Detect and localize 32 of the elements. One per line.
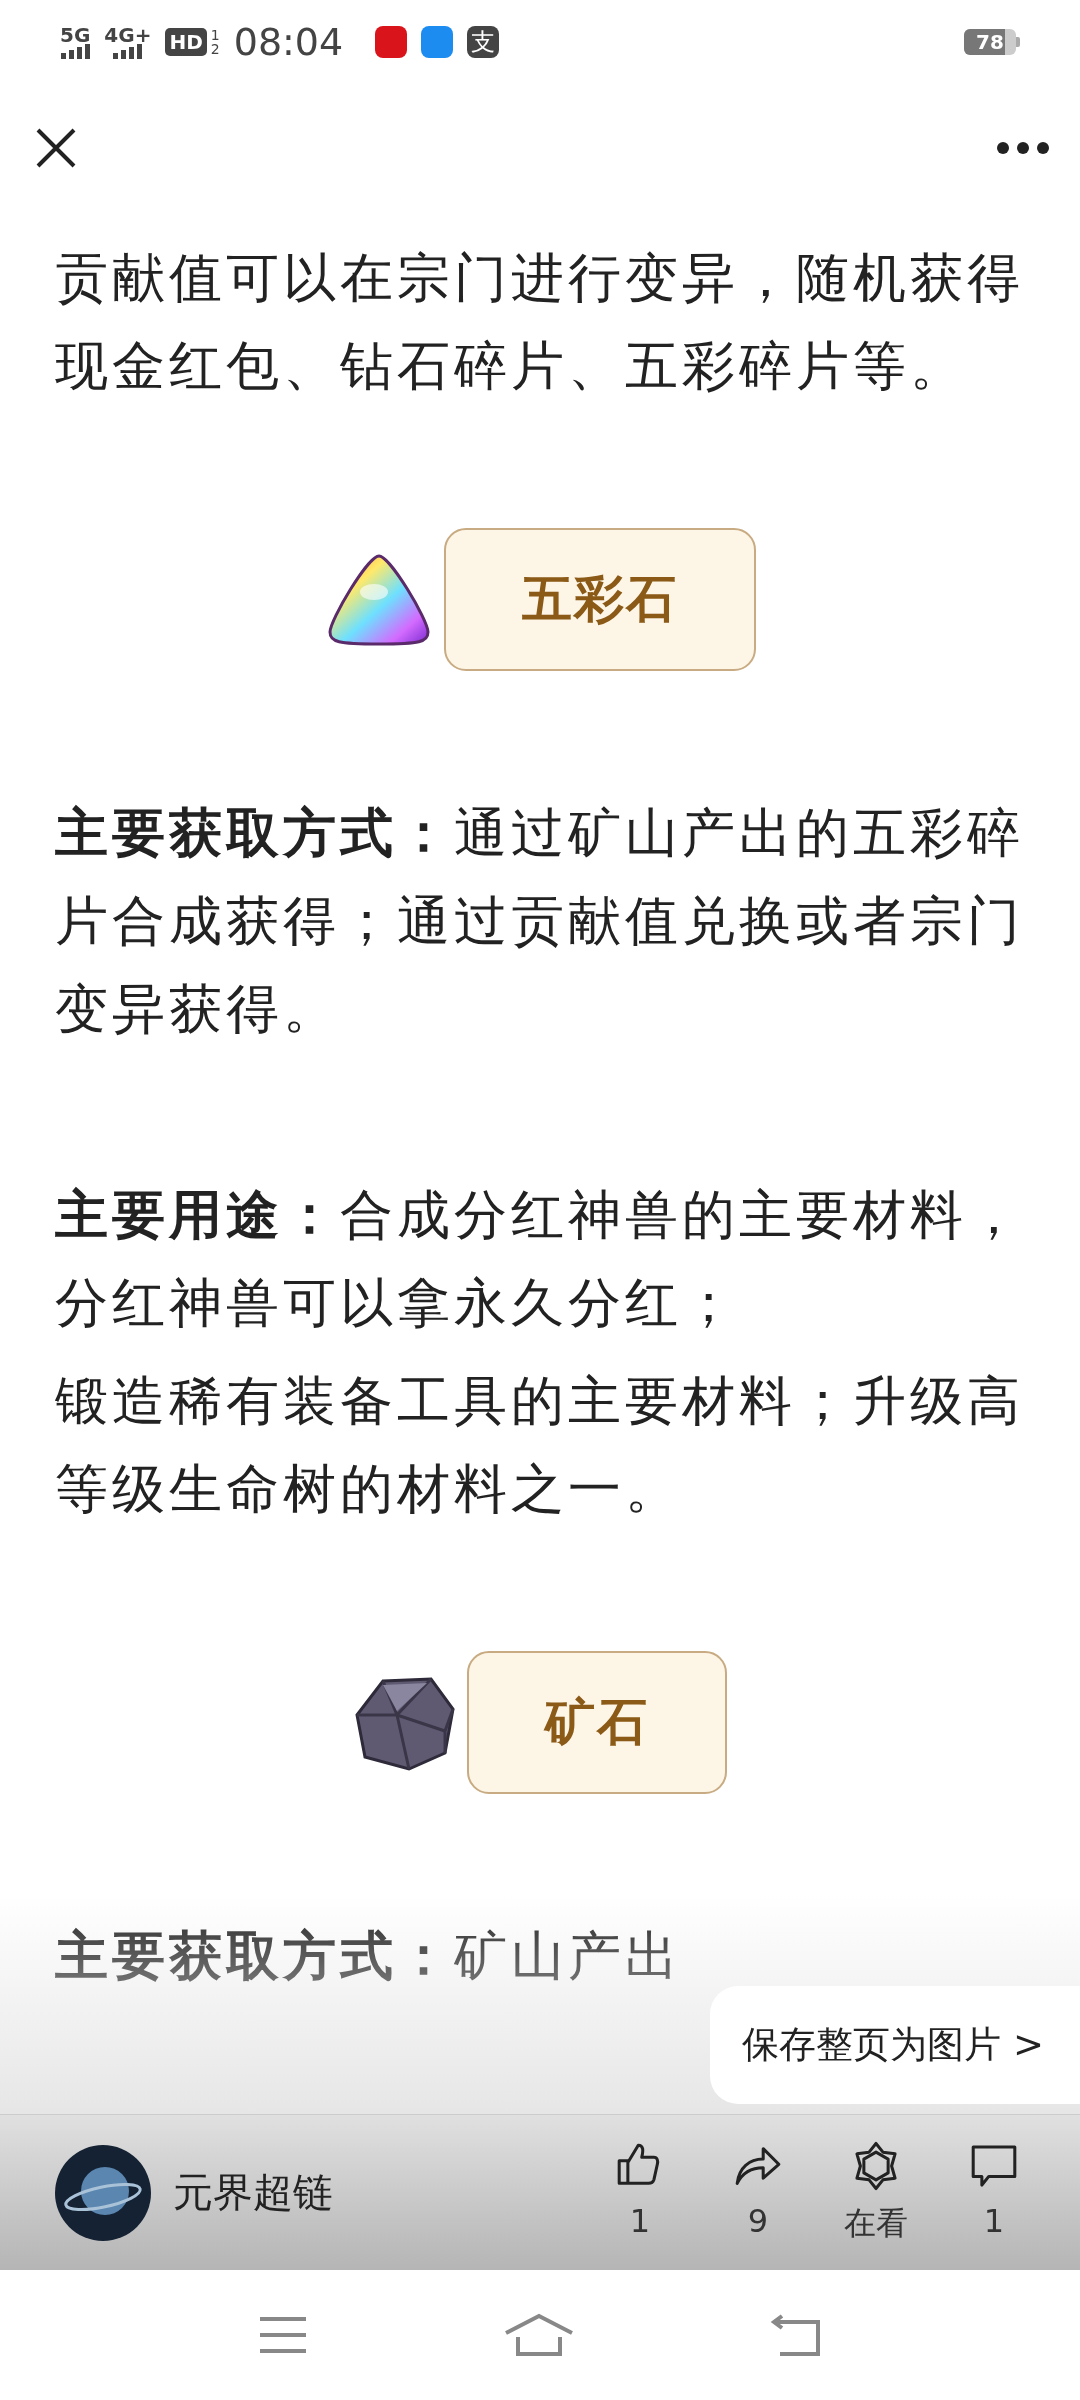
save-page-button[interactable]: 保存整页为图片 > xyxy=(710,1986,1080,2104)
sim-number: 2 xyxy=(210,42,220,56)
menu-icon[interactable] xyxy=(258,2315,308,2355)
author-name[interactable]: 元界超链 xyxy=(173,2165,594,2220)
paragraph: 主要获取方式：矿山产出 xyxy=(55,1924,683,1988)
paragraph: 主要获取方式：通过矿山产出的五彩碎片合成获得；通过贡献值兑换或者宗门变异获得。 xyxy=(55,801,1025,1041)
close-icon[interactable] xyxy=(34,126,78,170)
item-title-tag: 矿石 xyxy=(467,1651,727,1794)
app-icon xyxy=(375,26,408,58)
sim-number: 1 xyxy=(210,28,220,42)
clock: 08:04 xyxy=(233,20,344,64)
home-icon[interactable] xyxy=(504,2313,574,2357)
comment-button[interactable]: 1 xyxy=(948,2139,1040,2246)
paragraph: 主要用途：合成分红神兽的主要材料，分红神兽可以拿永久分红； xyxy=(55,1183,1025,1335)
network-label: 4G+ xyxy=(104,25,152,45)
item-title-tag: 五彩石 xyxy=(444,528,756,671)
back-icon[interactable] xyxy=(770,2313,822,2357)
hd-badge: HD xyxy=(165,28,207,56)
battery-percent: 78 xyxy=(976,30,1004,54)
signal-icon xyxy=(60,45,90,59)
like-button[interactable]: 1 xyxy=(594,2139,686,2246)
paragraph: 贡献值可以在宗门进行变异，随机获得现金红包、钻石碎片、五彩碎片等。 xyxy=(55,246,1025,398)
avatar-icon[interactable] xyxy=(55,2144,151,2241)
app-icon: 支 xyxy=(467,26,500,58)
share-button[interactable]: 9 xyxy=(712,2139,804,2246)
app-icon xyxy=(421,26,454,58)
paragraph: 锻造稀有装备工具的主要材料；升级高等级生命树的材料之一。 xyxy=(55,1369,1025,1521)
signal-icon xyxy=(113,45,143,59)
more-icon[interactable] xyxy=(996,141,1050,155)
watching-button[interactable]: 在看 xyxy=(830,2139,922,2246)
ore-rock-icon xyxy=(353,1674,457,1771)
network-label: 5G xyxy=(60,25,91,45)
